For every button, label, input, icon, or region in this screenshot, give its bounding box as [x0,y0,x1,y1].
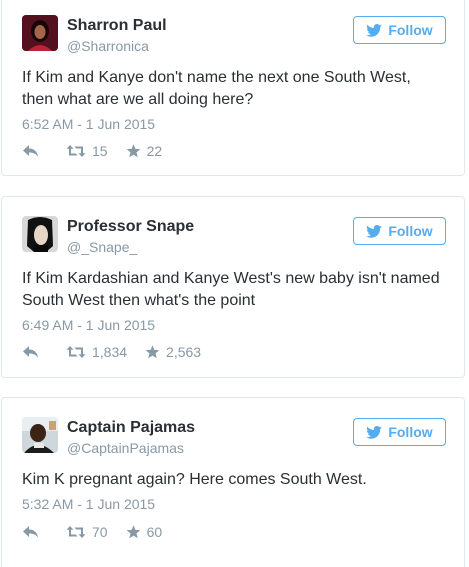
retweet-icon [66,525,86,539]
retweet-count: 70 [92,524,108,540]
reply-arrow-icon [22,144,39,158]
follow-label: Follow [388,22,433,38]
follow-label: Follow [388,223,433,239]
avatar[interactable] [22,216,58,252]
tweet-text: If Kim and Kanye don't name the next one… [22,69,411,108]
user-handle[interactable]: @Sharronica [67,38,149,54]
tweet-actions: 15 22 [22,143,162,159]
tweet-text: If Kim Kardashian and Kanye West's new b… [22,270,440,309]
reply-arrow-icon [22,345,39,359]
tweet-timestamp[interactable]: 6:49 AM - 1 Jun 2015 [22,317,155,333]
follow-button[interactable]: Follow [353,418,446,446]
reply-button[interactable] [22,144,66,158]
favorite-count: 22 [146,143,163,159]
retweet-icon [66,345,86,359]
user-handle[interactable]: @CaptainPajamas [67,440,184,456]
favorite-button[interactable]: 60 [126,524,163,540]
tweet-card: Captain Pajamas @CaptainPajamas Follow K… [1,397,465,567]
favorite-count: 2,563 [166,344,202,360]
follow-button[interactable]: Follow [353,217,446,245]
star-icon [126,525,141,539]
favorite-button[interactable]: 2,563 [145,344,201,360]
user-handle[interactable]: @_Snape_ [67,239,137,255]
reply-button[interactable] [22,525,66,539]
avatar[interactable] [22,417,58,453]
retweet-icon [66,144,86,158]
twitter-bird-icon [366,23,383,37]
favorite-count: 60 [146,524,163,540]
follow-label: Follow [388,424,433,440]
tweet-card: Sharron Paul @Sharronica Follow If Kim a… [1,0,465,176]
user-name[interactable]: Professor Snape [67,218,194,236]
twitter-bird-icon [366,224,383,238]
retweet-count: 1,834 [92,344,128,360]
tweet-text: Kim K pregnant again? Here comes South W… [22,471,367,488]
retweet-button[interactable]: 1,834 [66,344,127,360]
retweet-button[interactable]: 15 [66,143,108,159]
star-icon [145,345,160,359]
twitter-bird-icon [366,425,383,439]
star-icon [126,144,141,158]
retweet-count: 15 [92,143,108,159]
tweet-timestamp[interactable]: 6:52 AM - 1 Jun 2015 [22,116,155,132]
favorite-button[interactable]: 22 [126,143,163,159]
reply-arrow-icon [22,525,39,539]
reply-button[interactable] [22,345,66,359]
follow-button[interactable]: Follow [353,16,446,44]
retweet-button[interactable]: 70 [66,524,108,540]
tweet-actions: 70 60 [22,524,162,540]
user-name[interactable]: Sharron Paul [67,17,167,35]
user-name[interactable]: Captain Pajamas [67,419,195,437]
avatar[interactable] [22,15,58,51]
tweet-timestamp[interactable]: 5:32 AM - 1 Jun 2015 [22,496,155,512]
tweet-card: Professor Snape @_Snape_ Follow If Kim K… [1,196,465,378]
tweet-actions: 1,834 2,563 [22,344,201,360]
